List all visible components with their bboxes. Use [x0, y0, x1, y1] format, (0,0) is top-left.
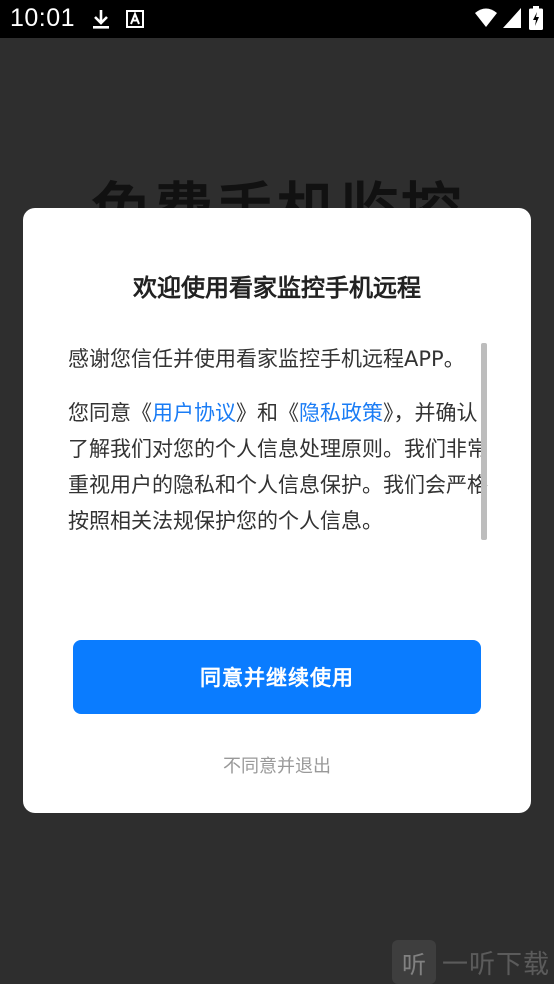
watermark: 听 一听下载	[392, 940, 550, 984]
agreement-paragraph: 您同意《用户协议》和《隐私政策》，并确认了解我们对您的个人信息处理原则。我们非常…	[68, 395, 488, 539]
privacy-dialog: 欢迎使用看家监控手机远程 感谢您信任并使用看家监控手机远程APP。 您同意《用户…	[23, 208, 531, 813]
user-agreement-link[interactable]: 用户协议	[152, 401, 236, 425]
dialog-title: 欢迎使用看家监控手机远程	[133, 274, 421, 302]
agreement-mid: 》和《	[236, 401, 299, 425]
status-bar: 10:01	[0, 0, 554, 38]
download-icon	[90, 8, 112, 34]
dialog-scrollbar[interactable]	[481, 343, 487, 540]
font-a-icon	[126, 10, 144, 32]
battery-icon	[529, 6, 543, 34]
watermark-logo-icon: 听	[392, 940, 436, 984]
disagree-button[interactable]: 不同意并退出	[23, 752, 531, 778]
signal-icon	[502, 7, 522, 33]
agreement-prefix: 您同意《	[68, 401, 152, 425]
status-time: 10:01	[10, 4, 76, 32]
watermark-text: 一听下载	[442, 949, 551, 980]
intro-paragraph: 感谢您信任并使用看家监控手机远程APP。	[68, 347, 465, 371]
wifi-icon	[474, 7, 498, 33]
privacy-policy-link[interactable]: 隐私政策	[299, 401, 383, 425]
dialog-body[interactable]: 感谢您信任并使用看家监控手机远程APP。 您同意《用户协议》和《隐私政策》，并确…	[68, 341, 488, 593]
agree-button[interactable]: 同意并继续使用	[73, 640, 481, 714]
